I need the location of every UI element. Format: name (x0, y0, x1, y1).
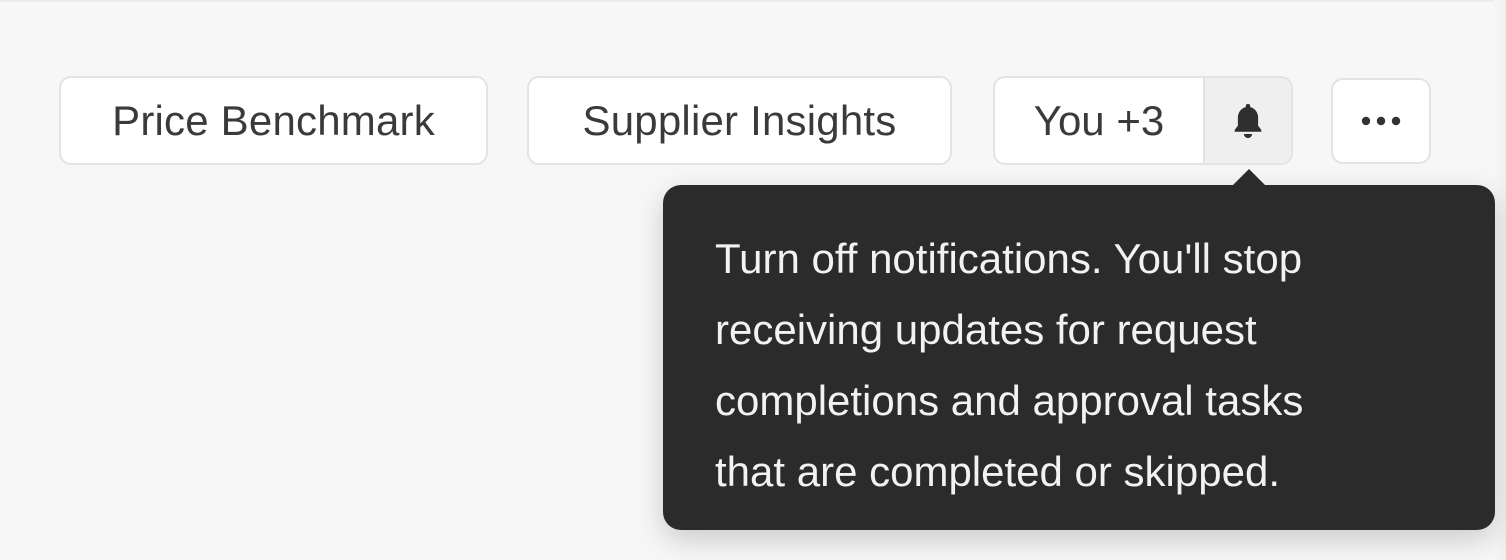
tooltip-line: that are completed or skipped. (715, 448, 1280, 495)
page: Price Benchmark Supplier Insights You +3… (0, 0, 1506, 560)
price-benchmark-button[interactable]: Price Benchmark (59, 76, 488, 165)
supplier-insights-button[interactable]: Supplier Insights (527, 76, 952, 165)
followers-button[interactable]: You +3 (995, 78, 1205, 163)
tooltip-line: receiving updates for request (715, 306, 1257, 353)
right-scroll-edge (1494, 0, 1506, 560)
top-divider (0, 0, 1506, 2)
ellipsis-icon (1361, 116, 1401, 126)
notifications-toggle-button[interactable] (1205, 78, 1291, 163)
followers-label: You +3 (1033, 96, 1165, 144)
price-benchmark-label: Price Benchmark (112, 96, 435, 144)
tooltip-line: completions and approval tasks (715, 377, 1304, 424)
tooltip-arrow (1233, 169, 1265, 185)
notifications-tooltip: Turn off notifications. You'll stop rece… (663, 169, 1495, 530)
more-options-button[interactable] (1331, 78, 1431, 164)
bell-icon (1234, 103, 1262, 138)
followers-split-button: You +3 (993, 76, 1293, 165)
tooltip-line: Turn off notifications. You'll stop (715, 235, 1303, 282)
supplier-insights-label: Supplier Insights (582, 96, 897, 144)
